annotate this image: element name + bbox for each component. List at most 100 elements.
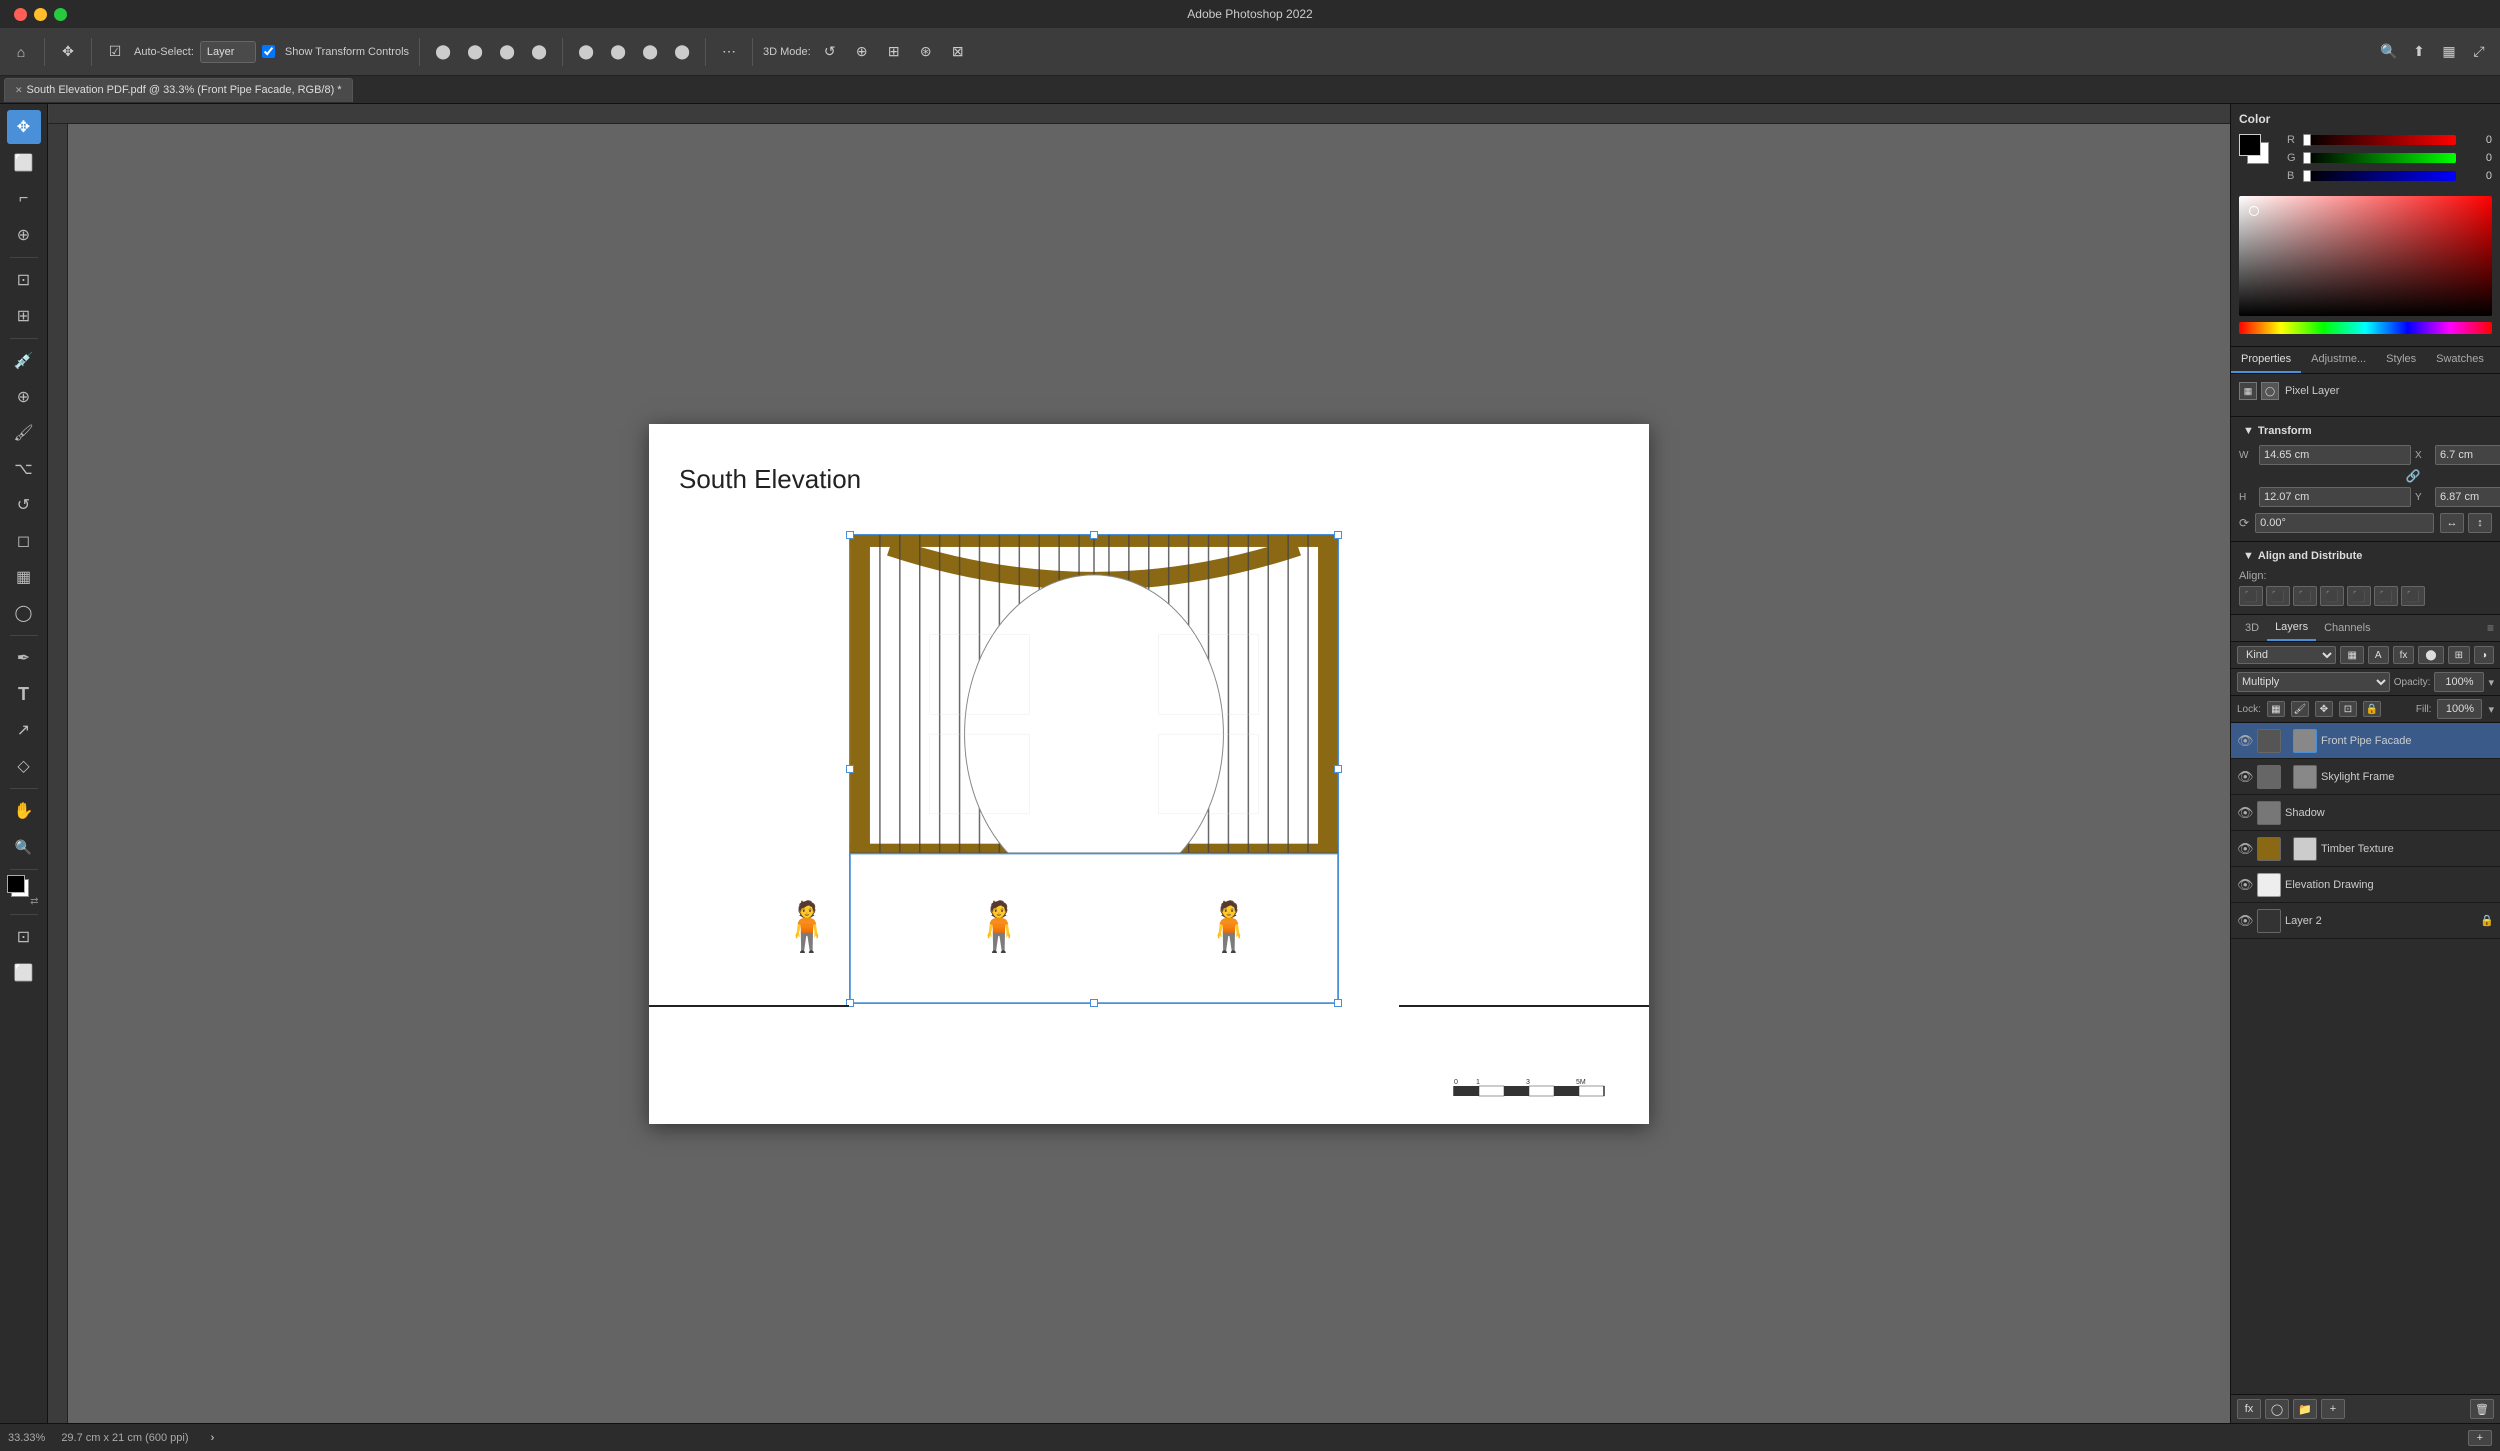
layer-effect-btn[interactable]: fx — [2393, 646, 2415, 664]
align-center-h-button[interactable]: ⬛ — [2266, 586, 2290, 606]
minimize-button[interactable] — [34, 8, 47, 21]
align-bottom-icon[interactable]: ⬤ — [637, 39, 663, 65]
home-icon[interactable]: ⌂ — [8, 39, 34, 65]
opacity-dropdown-icon[interactable]: ▾ — [2488, 676, 2494, 689]
tab-swatches[interactable]: Swatches — [2426, 347, 2494, 373]
status-plus-btn[interactable]: + — [2468, 1430, 2492, 1446]
share-icon[interactable]: ⬆ — [2406, 39, 2432, 65]
r-slider-track[interactable] — [2307, 135, 2456, 145]
foreground-color-swatch[interactable] — [7, 875, 25, 893]
gradient-tool[interactable]: ▦ — [7, 560, 41, 594]
layers-collapse-icon[interactable]: ≡ — [2487, 621, 2494, 635]
tab-layers[interactable]: Layers — [2267, 615, 2316, 641]
align-hcenter-icon[interactable]: ⬤ — [669, 39, 695, 65]
history-brush-tool[interactable]: ↺ — [7, 488, 41, 522]
chain-link-icon[interactable]: 🔗 — [2239, 469, 2500, 483]
selection-handle-br[interactable] — [1334, 999, 1342, 1007]
layer-visibility-eye-1[interactable]: 👁 — [2237, 769, 2253, 785]
show-transform-controls-checkbox[interactable] — [262, 45, 275, 58]
delete-layer-btn[interactable]: 🗑 — [2470, 1399, 2494, 1419]
move-tool[interactable]: ✥ — [7, 110, 41, 144]
selection-handle-ml[interactable] — [846, 765, 854, 773]
layer-item-elevation-drawing[interactable]: 👁 Elevation Drawing — [2231, 867, 2500, 903]
layer-item-shadow[interactable]: 👁 Shadow — [2231, 795, 2500, 831]
hue-slider[interactable] — [2239, 322, 2492, 334]
create-layer-btn[interactable]: + — [2321, 1399, 2345, 1419]
lock-artboards-btn[interactable]: ⊡ — [2339, 701, 2357, 717]
layer-smart-btn[interactable]: ⊞ — [2448, 646, 2470, 664]
document-tab[interactable]: ✕ South Elevation PDF.pdf @ 33.3% (Front… — [4, 78, 353, 102]
3d-orbit-icon[interactable]: ⊛ — [913, 39, 939, 65]
g-slider-thumb[interactable] — [2303, 152, 2311, 164]
hand-tool[interactable]: ✋ — [7, 794, 41, 828]
eraser-tool[interactable]: ◻ — [7, 524, 41, 558]
auto-select-checkbox-icon[interactable]: ☑ — [102, 39, 128, 65]
window-controls[interactable] — [14, 8, 67, 21]
canvas-content[interactable]: South Elevation — [68, 124, 2230, 1423]
b-slider-thumb[interactable] — [2303, 170, 2311, 182]
tab-properties[interactable]: Properties — [2231, 347, 2301, 373]
align-header[interactable]: ▼ Align and Distribute — [2239, 550, 2492, 562]
layer-item-front-pipe-facade[interactable]: 👁 Front Pipe Facade — [2231, 723, 2500, 759]
3d-scale-icon[interactable]: ⊞ — [881, 39, 907, 65]
transform-header[interactable]: ▼ Transform — [2239, 425, 2492, 437]
canvas-area[interactable]: // Will be generated dynamically South E… — [48, 104, 2230, 1423]
show-transform-controls-label[interactable]: Show Transform Controls — [285, 46, 409, 58]
create-group-btn[interactable]: 📁 — [2293, 1399, 2317, 1419]
flip-v-button[interactable]: ↕ — [2468, 513, 2492, 533]
workspace-icon[interactable]: ▦ — [2436, 39, 2462, 65]
tab-3d[interactable]: 3D — [2237, 616, 2267, 640]
tab-styles[interactable]: Styles — [2376, 347, 2426, 373]
color-fg-bg-widget[interactable] — [2239, 134, 2279, 174]
lock-pixels-btn[interactable]: 🖌 — [2291, 701, 2309, 717]
lock-all-btn[interactable]: 🔒 — [2363, 701, 2381, 717]
3d-pan-icon[interactable]: ⊠ — [945, 39, 971, 65]
layer-visibility-eye-2[interactable]: 👁 — [2237, 805, 2253, 821]
lock-transparent-btn[interactable]: ▦ — [2267, 701, 2285, 717]
x-input[interactable] — [2435, 445, 2500, 465]
layer-filter-select[interactable]: Kind — [2237, 646, 2336, 664]
foreground-color[interactable] — [2239, 134, 2261, 156]
layer-filter-icon-btn[interactable]: ▦ — [2340, 646, 2363, 664]
align-vcenter-icon[interactable]: ⬤ — [605, 39, 631, 65]
b-slider-track[interactable] — [2307, 171, 2456, 181]
layer-adjustment-btn[interactable]: ◑ — [2474, 646, 2494, 664]
path-selection-tool[interactable]: ↗ — [7, 713, 41, 747]
layer-item-skylight-frame[interactable]: 👁 Skylight Frame — [2231, 759, 2500, 795]
layer-type-btn[interactable]: A — [2368, 646, 2389, 664]
align-top-icon[interactable]: ⬤ — [573, 39, 599, 65]
3d-rotate-icon[interactable]: ↺ — [817, 39, 843, 65]
zoom-tool[interactable]: 🔍 — [7, 830, 41, 864]
pen-tool[interactable]: ✒ — [7, 641, 41, 675]
quick-mask-icon[interactable]: ⊡ — [7, 920, 41, 954]
y-input[interactable] — [2435, 487, 2500, 507]
color-picker-cursor[interactable] — [2249, 206, 2259, 216]
selection-handle-bm[interactable] — [1090, 999, 1098, 1007]
move-tool-icon[interactable]: ✥ — [55, 39, 81, 65]
maximize-button[interactable] — [54, 8, 67, 21]
opacity-input[interactable] — [2434, 672, 2484, 692]
close-button[interactable] — [14, 8, 27, 21]
align-center-v-button[interactable]: ⬛ — [2347, 586, 2371, 606]
crop-tool[interactable]: ⊡ — [7, 263, 41, 297]
align-right-button[interactable]: ⬛ — [2293, 586, 2317, 606]
search-icon[interactable]: 🔍 — [2376, 39, 2402, 65]
align-left-button[interactable]: ⬛ — [2239, 586, 2263, 606]
selection-handle-mr[interactable] — [1334, 765, 1342, 773]
swap-colors-icon[interactable]: ⇄ — [30, 896, 38, 907]
quick-select-tool[interactable]: ⊕ — [7, 218, 41, 252]
color-picker-gradient[interactable] — [2239, 196, 2492, 316]
width-input[interactable] — [2259, 445, 2411, 465]
rotation-input[interactable] — [2255, 513, 2434, 533]
clone-stamp-tool[interactable]: ⌥ — [7, 452, 41, 486]
tab-channels[interactable]: Channels — [2316, 616, 2378, 640]
tab-close-icon[interactable]: ✕ — [15, 85, 23, 96]
more-options-icon[interactable]: ⋯ — [716, 39, 742, 65]
dodge-tool[interactable]: ◯ — [7, 596, 41, 630]
selection-handle-tr[interactable] — [1334, 531, 1342, 539]
shape-tool[interactable]: ◇ — [7, 749, 41, 783]
align-left-icon[interactable]: ⬤ — [430, 39, 456, 65]
fill-input[interactable] — [2437, 699, 2482, 719]
layer-mode-btn[interactable]: ⬤ — [2418, 646, 2443, 664]
layer-visibility-eye-5[interactable]: 👁 — [2237, 913, 2253, 929]
